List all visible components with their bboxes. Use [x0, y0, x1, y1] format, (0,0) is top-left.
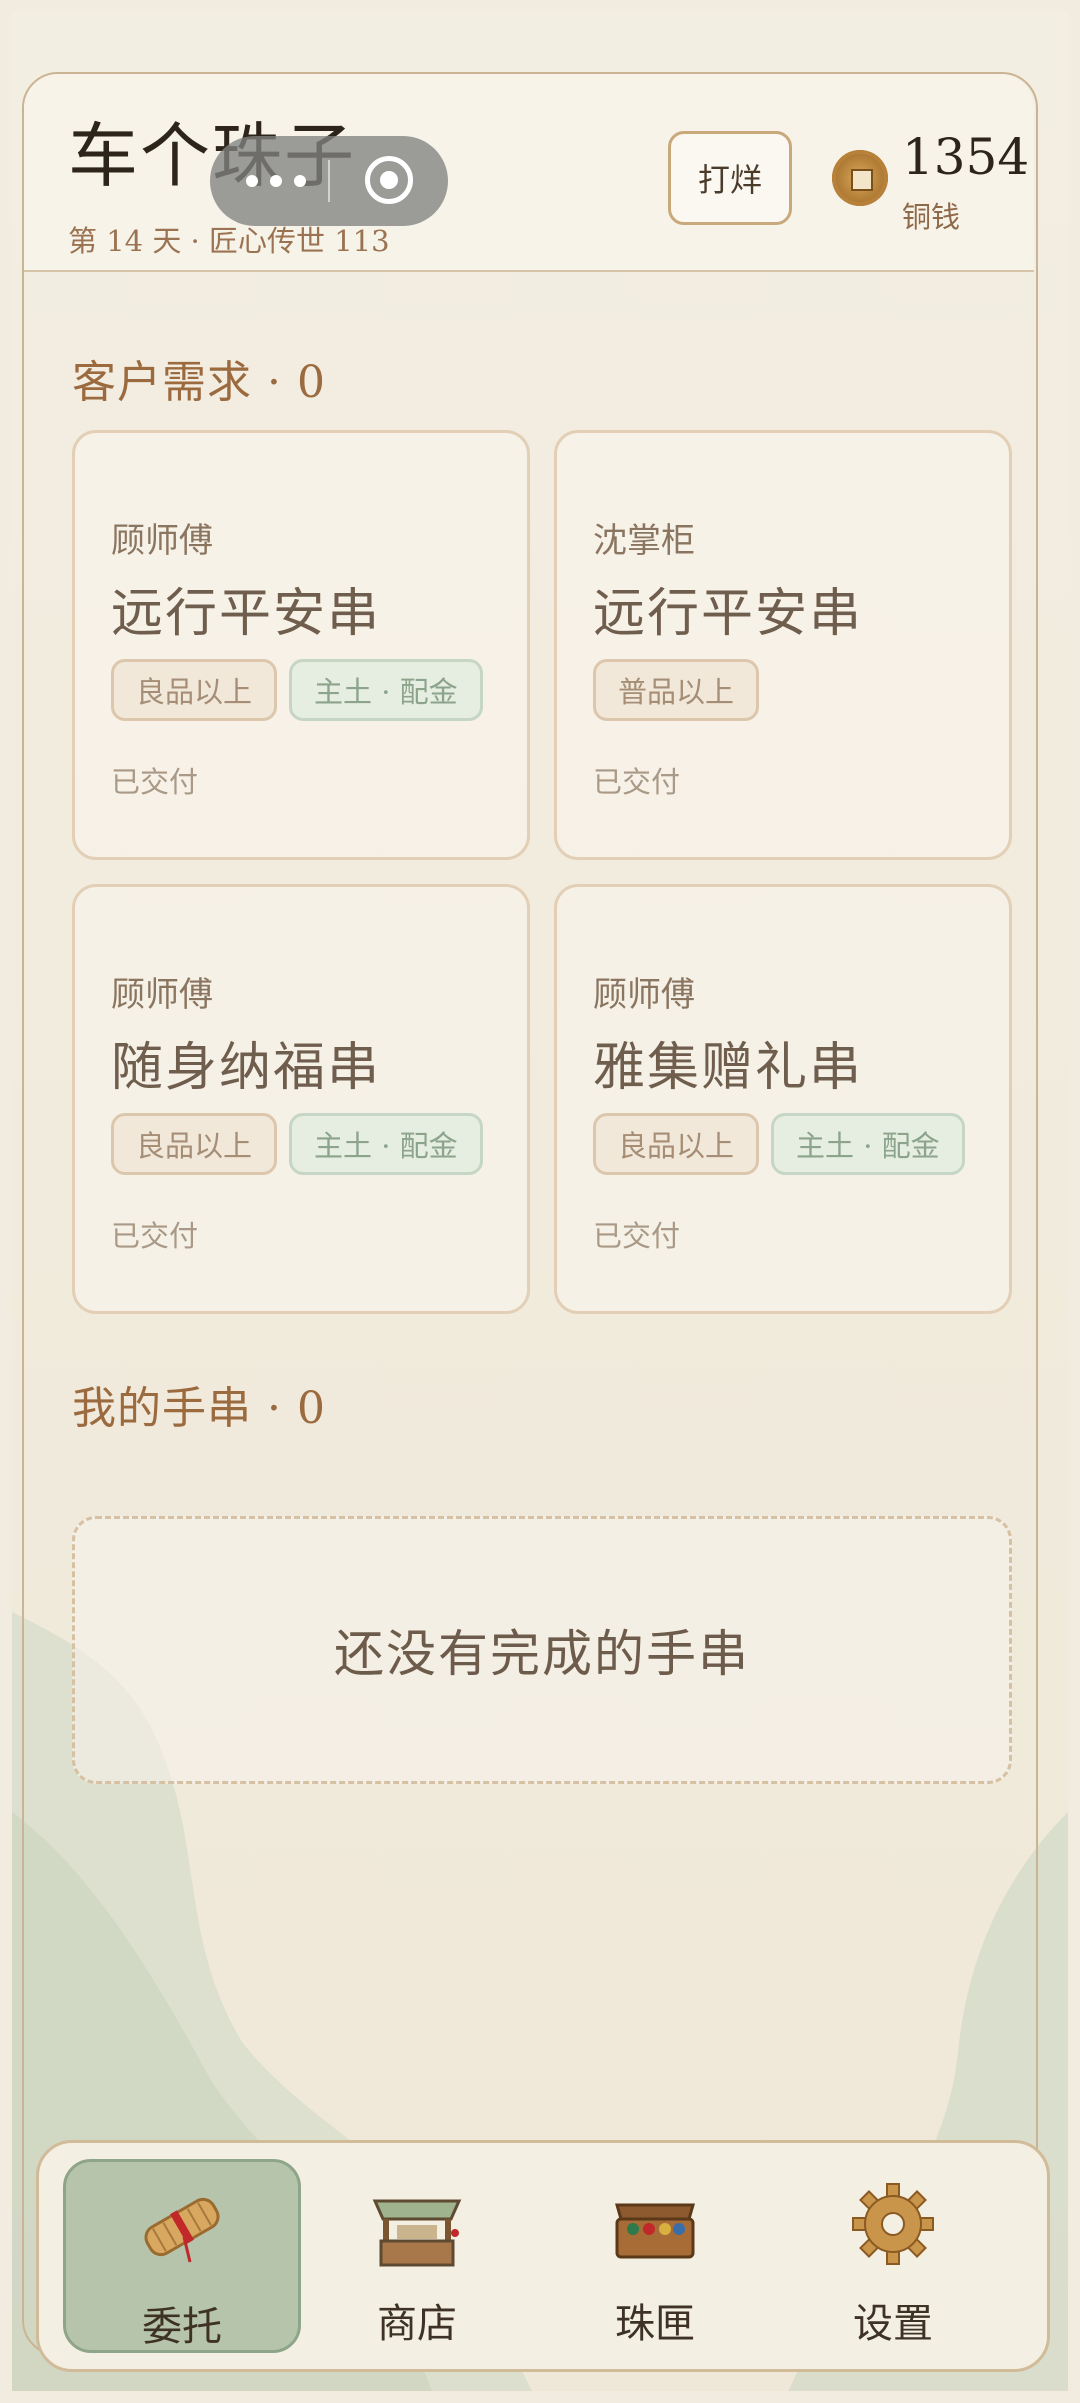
request-card[interactable]: 沈掌柜 远行平安串 普品以上 已交付 [554, 430, 1012, 860]
element-tag: 主土 · 配金 [289, 659, 483, 721]
bracelet-name: 远行平安串 [593, 584, 864, 644]
copper-coin-icon [832, 150, 888, 206]
nav-item-settings[interactable]: 设置 [777, 2159, 1009, 2347]
nav-item-shop[interactable]: 商店 [301, 2159, 533, 2347]
coin-amount: 1354 [902, 128, 1030, 186]
delivery-status: 已交付 [593, 765, 681, 799]
quality-tag: 普品以上 [593, 659, 760, 721]
quality-tag: 良品以上 [111, 1113, 278, 1175]
bracelet-name: 远行平安串 [111, 584, 382, 644]
client-name: 顾师傅 [593, 975, 695, 1015]
delivery-status: 已交付 [111, 1219, 199, 1253]
nav-item-commission[interactable]: 委托 [63, 2159, 301, 2353]
scroll-icon [144, 2197, 220, 2263]
element-tag: 主土 · 配金 [289, 1113, 483, 1175]
requests-section-title: 客户需求 · 0 [72, 357, 326, 408]
bead-box-icon [615, 2203, 695, 2259]
nav-label: 商店 [377, 2301, 457, 2347]
client-name: 顾师傅 [111, 975, 213, 1015]
nav-item-bead-box[interactable]: 珠匣 [539, 2159, 771, 2347]
close-shop-button[interactable]: 打烊 [668, 131, 792, 225]
gear-icon [852, 2183, 934, 2265]
close-target-icon[interactable] [365, 156, 413, 204]
bracelet-name: 随身纳福串 [111, 1038, 382, 1098]
more-icon[interactable] [246, 169, 316, 193]
bottom-nav: 委托 商店 珠匣 设置 [36, 2140, 1050, 2372]
request-card[interactable]: 顾师傅 随身纳福串 良品以上 主土 · 配金 已交付 [72, 884, 530, 1314]
shop-stall-icon [372, 2199, 462, 2267]
bracelets-section-title: 我的手串 · 0 [72, 1383, 326, 1434]
client-name: 顾师傅 [111, 521, 213, 561]
empty-bracelets-placeholder: 还没有完成的手串 [72, 1516, 1012, 1784]
nav-label: 珠匣 [615, 2301, 695, 2347]
request-card[interactable]: 顾师傅 远行平安串 良品以上 主土 · 配金 已交付 [72, 430, 530, 860]
nav-label: 委托 [142, 2304, 222, 2350]
quality-tag: 良品以上 [111, 659, 278, 721]
coin-label: 铜钱 [902, 200, 961, 234]
mini-program-capsule[interactable] [210, 136, 448, 226]
element-tag: 主土 · 配金 [771, 1113, 965, 1175]
bracelet-name: 雅集赠礼串 [593, 1038, 864, 1098]
quality-tag: 良品以上 [593, 1113, 760, 1175]
request-card[interactable]: 顾师傅 雅集赠礼串 良品以上 主土 · 配金 已交付 [554, 884, 1012, 1314]
nav-label: 设置 [853, 2301, 933, 2347]
capsule-divider [328, 160, 330, 202]
client-name: 沈掌柜 [593, 521, 695, 561]
delivery-status: 已交付 [593, 1219, 681, 1253]
delivery-status: 已交付 [111, 765, 199, 799]
